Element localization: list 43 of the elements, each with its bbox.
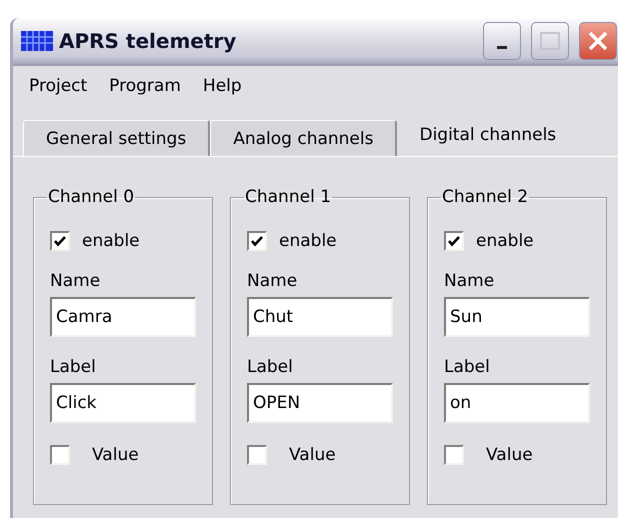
checkbox-label: Value: [486, 445, 533, 465]
checkbox-label: Value: [92, 445, 139, 465]
field-label: Name: [50, 271, 102, 291]
name-field[interactable]: Sun: [444, 297, 590, 337]
minimize-icon: [497, 46, 507, 48]
group-title: Channel 2: [441, 187, 530, 207]
minimize-button[interactable]: [483, 22, 521, 60]
menu-item[interactable]: Program: [109, 76, 181, 96]
menu-item[interactable]: Project: [29, 76, 88, 96]
check-icon: [53, 234, 67, 248]
tab[interactable]: General settings: [23, 120, 210, 156]
label-field[interactable]: Click: [50, 383, 196, 423]
maximize-icon: [539, 31, 561, 51]
check-icon: [447, 234, 461, 248]
menu-item[interactable]: Help: [202, 76, 242, 96]
checkbox[interactable]: [247, 231, 267, 251]
label-field[interactable]: on: [444, 383, 590, 423]
checkbox-label: enable: [279, 231, 337, 251]
checkbox[interactable]: [444, 445, 464, 465]
label-field[interactable]: OPEN: [247, 383, 393, 423]
checkbox[interactable]: [444, 231, 464, 251]
field-label: Label: [444, 357, 491, 377]
field-label: Name: [247, 271, 298, 291]
checkbox-label: enable: [476, 231, 534, 251]
tab[interactable]: Analog channels: [210, 120, 398, 156]
field-label: Name: [444, 271, 496, 291]
checkbox-label: enable: [82, 231, 140, 251]
field-label: Label: [247, 357, 294, 377]
name-field[interactable]: Camra: [50, 297, 196, 337]
checkbox[interactable]: [50, 231, 70, 251]
close-button[interactable]: [579, 22, 617, 60]
close-icon: [587, 30, 609, 52]
name-field[interactable]: Chut: [247, 297, 393, 337]
window-title: APRS telemetry: [59, 29, 238, 53]
field-label: Label: [50, 357, 97, 377]
app-icon: [21, 29, 53, 53]
maximize-button[interactable]: [531, 22, 569, 60]
group-title: Channel 0: [47, 187, 136, 207]
checkbox[interactable]: [50, 445, 70, 465]
checkbox[interactable]: [247, 445, 267, 465]
checkbox-label: Value: [289, 445, 336, 465]
check-icon: [250, 234, 264, 248]
group-title: Channel 1: [244, 187, 332, 207]
